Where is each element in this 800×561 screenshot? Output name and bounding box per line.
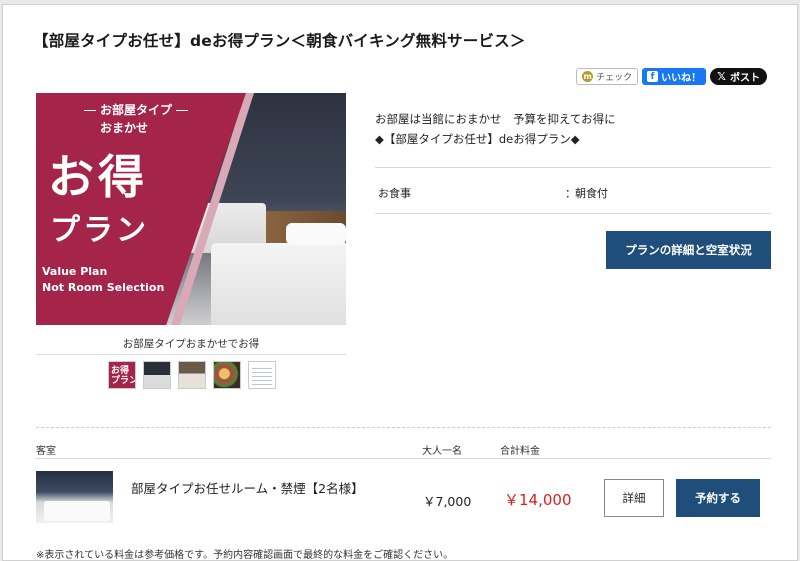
total-price: ￥14,000 [504, 491, 572, 509]
header-per-adult: 大人一名 [422, 446, 462, 457]
doc-line [252, 372, 272, 373]
image-text-big1: お得 [48, 150, 148, 204]
section-divider [36, 427, 771, 428]
bed [211, 243, 346, 325]
image-text-big2: プラン [50, 213, 149, 248]
share-buttons: m チェック f いいね！ 𝕏 ポスト [576, 68, 767, 85]
x-icon: 𝕏 [717, 70, 726, 83]
plan-detail-button[interactable]: プランの詳細と空室状況 [606, 231, 771, 269]
table-header-rule [36, 458, 771, 459]
x-post-button[interactable]: 𝕏 ポスト [710, 68, 767, 85]
divider [375, 167, 771, 168]
description-line2: ◆【部屋タイプお任せ】deお得プラン◆ [375, 132, 580, 146]
divider [375, 213, 771, 214]
book-button[interactable]: 予約する [676, 479, 760, 517]
price-note: ※表示されている料金は参考価格です。予約内容確認画面で最終的な料金をご確認くださ… [36, 550, 454, 561]
check-label: チェック [596, 73, 633, 83]
pillow [286, 223, 346, 245]
like-button[interactable]: f いいね！ [642, 68, 707, 85]
image-text-line1: お部屋タイプ [80, 101, 192, 118]
bed [44, 501, 110, 521]
x-post-label: ポスト [730, 73, 760, 84]
like-label: いいね！ [661, 73, 702, 84]
header-room: 客室 [36, 446, 56, 457]
facebook-icon: f [647, 71, 659, 82]
room-name: 部屋タイプお任せルーム・禁煙【2名様】 [131, 481, 364, 496]
meal-label: お食事 [378, 187, 411, 200]
thumbnail-room-2[interactable] [178, 361, 206, 389]
thumbnail-breakfast[interactable] [213, 361, 241, 389]
thumbnail-document[interactable] [248, 361, 276, 389]
meal-value: 朝食付 [575, 187, 608, 200]
image-caption: お部屋タイプおまかせでお得 [122, 338, 260, 350]
page-frame: 【部屋タイプお任せ】deお得プラン＜朝食バイキング無料サービス＞ m チェック … [2, 4, 798, 561]
plan-description: お部屋は当館におまかせ 予算を抑えてお得に ◆【部屋タイプお任せ】deお得プラン… [375, 109, 616, 149]
plan-main-image[interactable]: お部屋タイプ おまかせ お得 プラン Value Plan Not Room S… [36, 93, 346, 325]
doc-line [252, 368, 272, 369]
image-text-en2: Not Room Selection [42, 281, 165, 294]
room-detail-button[interactable]: 詳細 [604, 479, 664, 517]
thumbnail-room[interactable] [143, 361, 171, 389]
doc-line [252, 376, 272, 377]
image-text-line2: おまかせ [100, 121, 149, 135]
caption-divider [36, 354, 346, 355]
plan-title: 【部屋タイプお任せ】deお得プラン＜朝食バイキング無料サービス＞ [33, 32, 526, 50]
thumbnail-plan[interactable]: お得 プラン [108, 361, 136, 389]
thumbnail-strip: お得 プラン [108, 361, 276, 389]
header-total: 合計料金 [500, 446, 540, 457]
doc-line [252, 380, 272, 381]
check-icon: m [582, 71, 594, 82]
thumbnail-plan-text: お得 プラン [111, 366, 136, 386]
image-text-en1: Value Plan [42, 265, 108, 278]
per-adult-price: ￥7,000 [423, 494, 472, 509]
room-thumbnail[interactable] [36, 471, 113, 523]
description-line1: お部屋は当館におまかせ 予算を抑えてお得に [375, 112, 616, 126]
check-button[interactable]: m チェック [576, 68, 639, 85]
doc-line [252, 384, 272, 385]
